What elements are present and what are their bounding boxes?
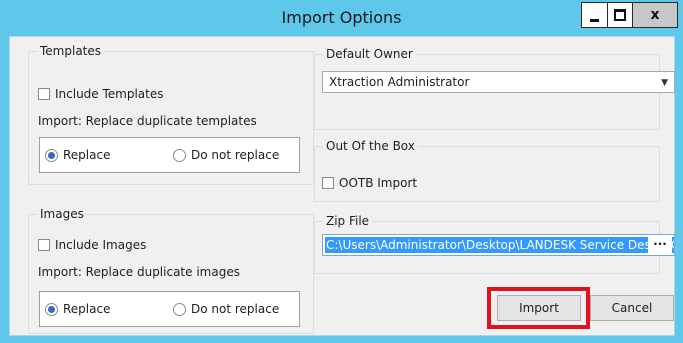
maximize-icon — [614, 9, 626, 21]
images-legend: Images — [37, 207, 87, 221]
minimize-icon — [590, 18, 599, 22]
zip-file-path: C:\Users\Administrator\Desktop\LANDESK S… — [325, 237, 674, 253]
include-templates-label: Include Templates — [55, 87, 164, 101]
include-templates-checkbox[interactable]: Include Templates — [38, 87, 164, 101]
maximize-button[interactable] — [607, 2, 633, 28]
radio-unselected-icon — [173, 148, 186, 162]
radio-unselected-icon — [173, 302, 186, 316]
minimize-button[interactable] — [581, 2, 607, 28]
templates-replace-radio[interactable]: Replace — [45, 148, 110, 162]
ootb-group: Out Of the Box OOTB Import — [314, 139, 660, 202]
dropdown-arrow-icon: ▼ — [661, 78, 668, 88]
browse-button[interactable]: ··· — [648, 235, 672, 255]
ootb-import-label: OOTB Import — [339, 176, 418, 190]
close-button[interactable]: x — [633, 2, 678, 28]
default-owner-value: Xtraction Administrator — [329, 75, 470, 89]
cancel-button[interactable]: Cancel — [590, 295, 674, 321]
include-images-checkbox[interactable]: Include Images — [38, 238, 146, 252]
close-icon: x — [650, 7, 660, 23]
images-replace-radio[interactable]: Replace — [45, 302, 110, 316]
images-radio-panel: Replace Do not replace — [39, 291, 300, 327]
templates-duplicate-label: Import: Replace duplicate templates — [38, 114, 257, 128]
zip-file-input[interactable]: C:\Users\Administrator\Desktop\LANDESK S… — [322, 234, 675, 256]
templates-legend: Templates — [37, 44, 105, 58]
import-button[interactable]: Import — [497, 295, 581, 321]
checkbox-box — [38, 239, 50, 251]
zip-file-group: Zip File C:\Users\Administrator\Desktop\… — [314, 214, 675, 274]
radio-selected-icon — [45, 302, 58, 316]
default-owner-dropdown[interactable]: Xtraction Administrator ▼ — [322, 71, 675, 93]
import-options-window: Import Options x Templates Include Templ… — [0, 0, 683, 343]
ootb-legend: Out Of the Box — [323, 139, 418, 153]
include-images-label: Include Images — [55, 238, 147, 252]
images-duplicate-label: Import: Replace duplicate images — [38, 265, 240, 279]
templates-replace-label: Replace — [63, 148, 111, 162]
zip-file-legend: Zip File — [323, 214, 373, 228]
title-bar: Import Options x — [0, 0, 683, 34]
images-group: Images Include Images Import: Replace du… — [28, 207, 314, 334]
checkbox-box — [322, 177, 334, 189]
templates-not-replace-label: Do not replace — [191, 148, 280, 162]
default-owner-legend: Default Owner — [323, 47, 416, 61]
ootb-import-checkbox[interactable]: OOTB Import — [322, 176, 417, 190]
templates-not-replace-radio[interactable]: Do not replace — [173, 148, 279, 162]
templates-group: Templates Include Templates Import: Repl… — [28, 44, 314, 185]
dialog-body: Templates Include Templates Import: Repl… — [9, 36, 675, 336]
images-not-replace-label: Do not replace — [191, 302, 280, 316]
checkbox-box — [38, 88, 50, 100]
templates-radio-panel: Replace Do not replace — [39, 137, 300, 173]
images-replace-label: Replace — [63, 302, 111, 316]
images-not-replace-radio[interactable]: Do not replace — [173, 302, 279, 316]
radio-selected-icon — [45, 148, 58, 162]
default-owner-group: Default Owner Xtraction Administrator ▼ — [314, 47, 675, 130]
